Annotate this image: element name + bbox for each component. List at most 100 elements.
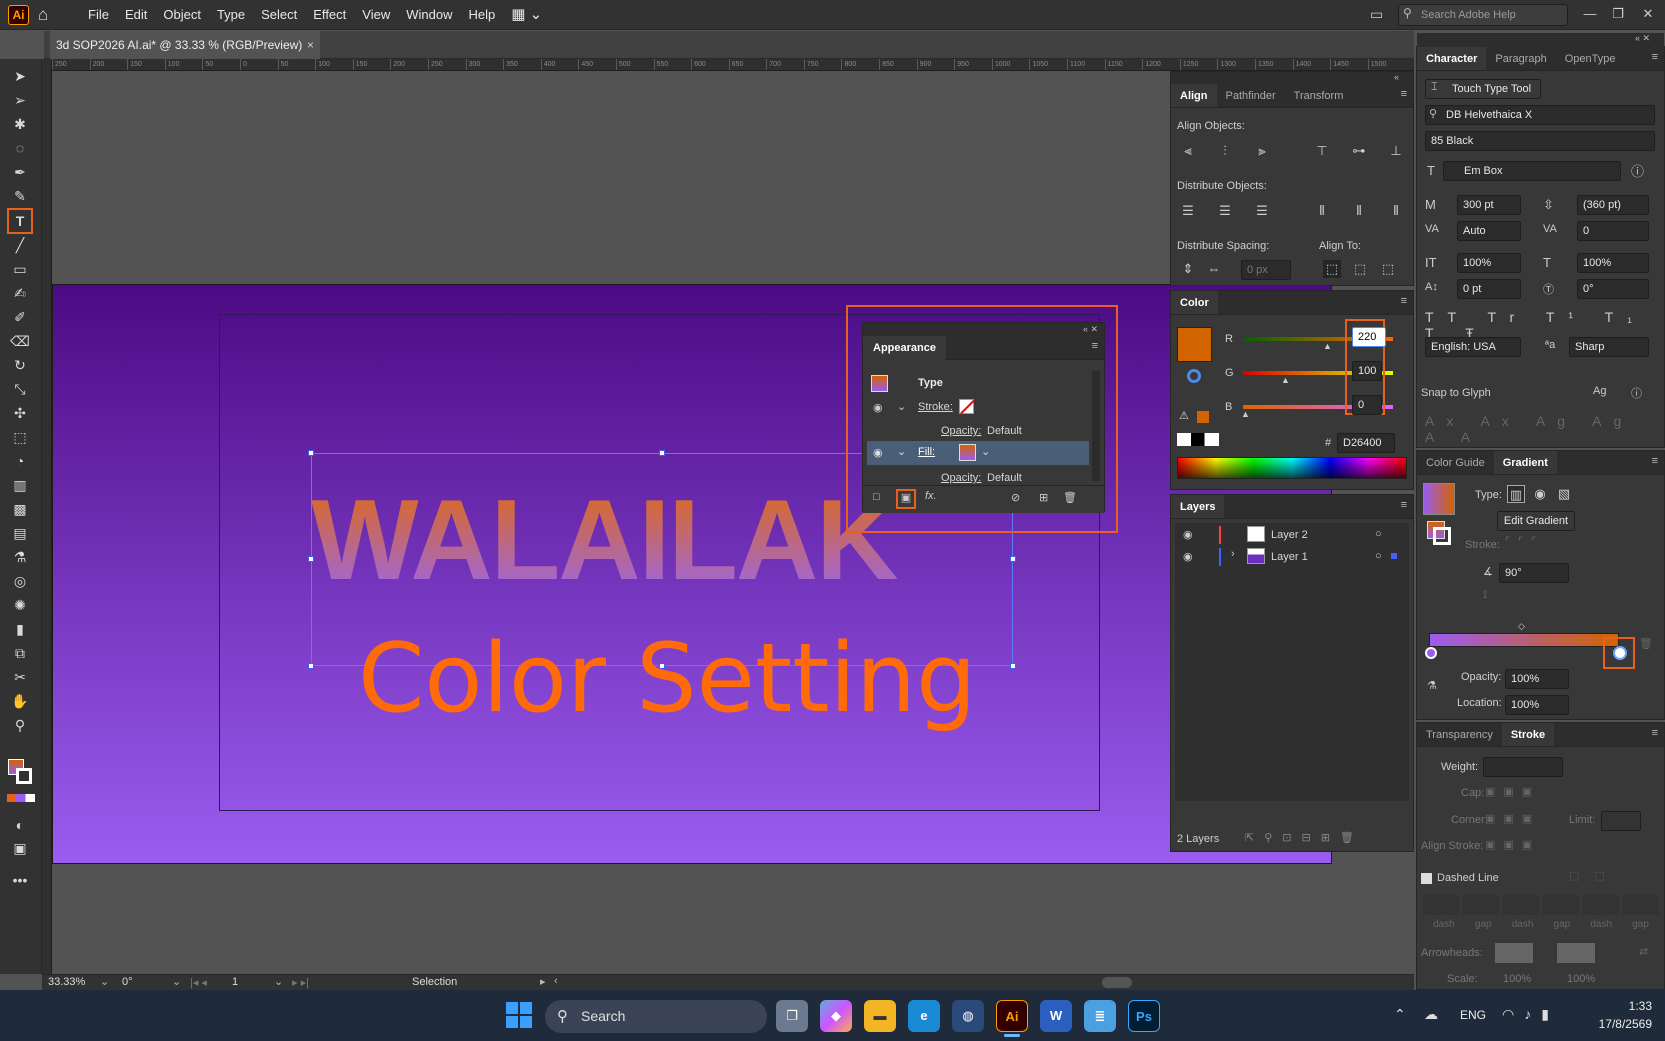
- menu-object[interactable]: Object: [155, 0, 209, 30]
- stroke-label[interactable]: Stroke:: [918, 401, 953, 413]
- g-slider-thumb[interactable]: ▲: [1281, 375, 1290, 385]
- zoom-tool-icon[interactable]: ⚲: [9, 714, 31, 736]
- restore-icon[interactable]: ❐: [1608, 4, 1628, 24]
- shape-builder-icon[interactable]: ◔: [9, 450, 31, 472]
- rotate-tool-icon[interactable]: ↻: [9, 354, 31, 376]
- fill-label[interactable]: Fill:: [918, 446, 935, 458]
- menu-help[interactable]: Help: [460, 0, 503, 30]
- opacity-label-2[interactable]: Opacity:: [941, 472, 981, 484]
- tab-stroke[interactable]: Stroke: [1501, 723, 1555, 746]
- line-tool-icon[interactable]: ╱: [9, 234, 31, 256]
- chevron-down-icon[interactable]: ⌄: [897, 445, 906, 458]
- visibility-eye-icon[interactable]: ◉: [873, 446, 883, 459]
- clock-time[interactable]: 1:33: [1610, 999, 1652, 1013]
- target-icon[interactable]: ○: [1375, 550, 1382, 562]
- fill-gradient-swatch[interactable]: [959, 444, 976, 461]
- tab-transparency[interactable]: Transparency: [1417, 723, 1502, 746]
- status-menu-icon[interactable]: ▸: [540, 975, 546, 988]
- panel-collapse-bar[interactable]: « ✕: [1417, 33, 1664, 47]
- stroke-swatch[interactable]: [16, 768, 32, 784]
- align-to-selection-icon[interactable]: ⬚: [1351, 260, 1369, 278]
- leading-input[interactable]: (360 pt): [1577, 195, 1649, 215]
- zoom-dropdown-icon[interactable]: ⌄: [100, 975, 109, 988]
- visibility-eye-icon[interactable]: ◉: [1183, 528, 1193, 541]
- tab-align[interactable]: Align: [1171, 84, 1217, 107]
- limit-input[interactable]: [1601, 811, 1641, 831]
- photoshop-taskbar-icon[interactable]: Ps: [1128, 1000, 1160, 1032]
- shaper-tool-icon[interactable]: ✐: [9, 306, 31, 328]
- angle-input[interactable]: 90°: [1499, 563, 1569, 583]
- horizontal-spacing-icon[interactable]: ⇔: [1205, 260, 1223, 278]
- stroke-none-swatch[interactable]: [959, 399, 975, 415]
- tab-color[interactable]: Color: [1171, 291, 1218, 314]
- chevron-down-icon[interactable]: ⌄: [897, 400, 906, 413]
- resize-handle[interactable]: [308, 556, 314, 562]
- add-stroke-icon[interactable]: □: [873, 491, 880, 503]
- rotate-view[interactable]: 0°: [122, 976, 133, 988]
- location-input[interactable]: 100%: [1505, 695, 1569, 715]
- arrange-docs-icon[interactable]: ▭: [1370, 6, 1383, 23]
- gradient-eyedropper-icon[interactable]: ⚗: [1427, 679, 1437, 692]
- scroll-left-icon[interactable]: ‹: [554, 975, 558, 987]
- glyph-bounds-select[interactable]: Em Box: [1443, 161, 1621, 181]
- align-hcenter-icon[interactable]: ⫶: [1216, 142, 1234, 160]
- character-rotation-input[interactable]: 0°: [1577, 279, 1649, 299]
- tab-layers[interactable]: Layers: [1171, 495, 1225, 518]
- align-stroke-icons[interactable]: ▣▣▣: [1485, 838, 1540, 851]
- artboard-tool-icon[interactable]: ⧉: [9, 642, 31, 664]
- paintbrush-icon[interactable]: ✍: [9, 282, 31, 304]
- more-tools-icon[interactable]: •••: [9, 869, 31, 891]
- magic-wand-icon[interactable]: ✱: [9, 113, 31, 135]
- color-mode-icons[interactable]: [7, 794, 35, 802]
- opacity-input[interactable]: 100%: [1505, 669, 1569, 689]
- duplicate-item-icon[interactable]: ⊞: [1039, 491, 1048, 504]
- artboard-nav-prev-icons[interactable]: |◂ ◂: [190, 976, 207, 989]
- help-search-input[interactable]: Search Adobe Help: [1398, 4, 1568, 26]
- cap-icons[interactable]: ▣▣▣: [1485, 785, 1540, 798]
- blend-tool-icon[interactable]: ◎: [9, 570, 31, 592]
- swap-arrows-icon[interactable]: ⇄: [1639, 945, 1648, 958]
- horizontal-scale-input[interactable]: 100%: [1577, 253, 1649, 273]
- eyedropper-icon[interactable]: ⚗: [9, 546, 31, 568]
- layers-footer-icons[interactable]: ⇱⚲⊡⊟⊞🗑: [1245, 831, 1364, 844]
- perspective-grid-icon[interactable]: ▥: [9, 474, 31, 496]
- hand-tool-icon[interactable]: ✋: [9, 690, 31, 712]
- color-spectrum[interactable]: [1177, 457, 1407, 479]
- align-top-icon[interactable]: ⊤: [1313, 142, 1331, 160]
- dash-gap-inputs[interactable]: [1423, 895, 1659, 915]
- panel-menu-icon[interactable]: ≡: [1092, 340, 1098, 352]
- symbol-sprayer-icon[interactable]: ✺: [9, 594, 31, 616]
- vertical-spacing-icon[interactable]: ⇕: [1179, 260, 1197, 278]
- system-tray-icons[interactable]: ◠♪▮: [1502, 1006, 1559, 1023]
- stroke-indicator-icon[interactable]: [1187, 369, 1201, 383]
- panel-header-bar[interactable]: « ✕: [863, 323, 1104, 336]
- distribute-top-icon[interactable]: ☰: [1179, 202, 1197, 220]
- info-icon[interactable]: ⓘ: [1631, 161, 1644, 180]
- edge-icon[interactable]: e: [908, 1000, 940, 1032]
- menu-edit[interactable]: Edit: [117, 0, 155, 30]
- add-fill-icon[interactable]: ▣: [896, 489, 916, 509]
- drawing-modes-icon[interactable]: ◐: [9, 814, 31, 836]
- horizontal-scrollbar-thumb[interactable]: [1102, 977, 1132, 988]
- artboard-number[interactable]: 1: [232, 976, 238, 988]
- touch-type-tool-button[interactable]: Touch Type Tool: [1425, 79, 1541, 99]
- distribute-hcenter-icon[interactable]: ⦀: [1350, 202, 1368, 220]
- info-icon[interactable]: ⓘ: [1631, 385, 1642, 401]
- screen-mode-icon[interactable]: ▣: [9, 837, 31, 859]
- tab-transform[interactable]: Transform: [1285, 84, 1353, 107]
- menu-view[interactable]: View: [354, 0, 398, 30]
- fill-dropdown-icon[interactable]: ⌄: [981, 445, 990, 458]
- arrowhead-end-select[interactable]: [1557, 943, 1595, 963]
- input-language[interactable]: ENG: [1460, 1008, 1486, 1022]
- appearance-scrollbar[interactable]: [1092, 371, 1100, 481]
- artboard-nav-next-icons[interactable]: ▸ ▸|: [292, 976, 309, 989]
- align-bottom-icon[interactable]: ⊥: [1387, 142, 1405, 160]
- stroke-gradient-icons[interactable]: ⌜⌜⌜: [1505, 535, 1544, 548]
- align-vcenter-icon[interactable]: ⊶: [1350, 142, 1368, 160]
- weight-input[interactable]: [1483, 757, 1563, 777]
- resize-handle[interactable]: [308, 450, 314, 456]
- lasso-icon[interactable]: ◌: [9, 137, 31, 159]
- puppet-warp-icon[interactable]: ✣: [9, 402, 31, 424]
- align-right-icon[interactable]: ⫸: [1253, 142, 1271, 160]
- free-transform-icon[interactable]: ⬚: [9, 426, 31, 448]
